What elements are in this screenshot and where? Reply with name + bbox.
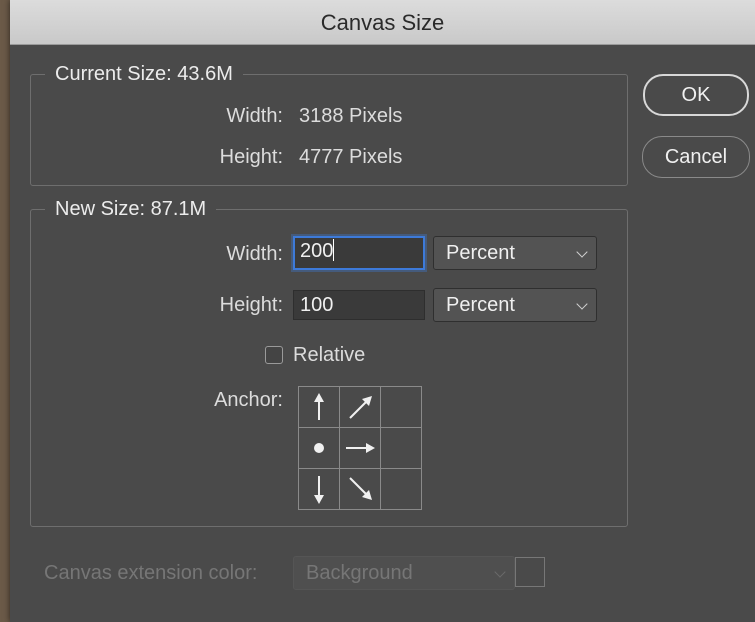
height-input[interactable]: 100 (293, 290, 425, 320)
anchor-cell-top-center[interactable] (340, 387, 381, 428)
height-unit-select[interactable]: Percent (433, 288, 597, 322)
chevron-down-icon (494, 566, 506, 578)
chevron-down-icon (576, 298, 588, 310)
relative-label[interactable]: Relative (293, 343, 365, 367)
current-size-legend: Current Size: 43.6M (45, 63, 243, 85)
arrow-down-icon (314, 476, 324, 504)
current-height-label: Height: (219, 146, 283, 168)
anchor-cell-middle-right[interactable] (381, 428, 422, 469)
new-width-label: Width: (226, 243, 283, 265)
current-size-group: Current Size: 43.6M Width: 3188 Pixels H… (30, 63, 628, 186)
anchor-cell-bottom-right[interactable] (381, 469, 422, 510)
new-height-label: Height: (219, 294, 283, 316)
current-height-value: 4777 Pixels (299, 146, 403, 168)
current-width-value: 3188 Pixels (299, 105, 403, 127)
new-size-legend: New Size: 87.1M (45, 198, 217, 220)
extension-color-select[interactable]: Background (293, 556, 515, 590)
arrow-down-right-icon (349, 477, 372, 500)
extension-color-value: Background (306, 562, 413, 584)
anchor-dot-icon (314, 443, 324, 453)
current-width-label: Width: (226, 105, 283, 127)
anchor-cell-bottom-left[interactable] (299, 469, 340, 510)
text-caret (333, 239, 335, 261)
extension-color-swatch[interactable] (515, 557, 545, 587)
arrow-right-icon (346, 443, 375, 453)
anchor-cell-center[interactable] (340, 428, 381, 469)
chevron-down-icon (576, 246, 588, 258)
ok-button[interactable]: OK (643, 74, 749, 116)
anchor-cell-top-right[interactable] (381, 387, 422, 428)
cancel-button[interactable]: Cancel (642, 136, 750, 178)
relative-checkbox[interactable] (265, 346, 283, 364)
extension-color-label: Canvas extension color: (44, 562, 258, 584)
anchor-cell-top-left[interactable] (299, 387, 340, 428)
anchor-grid (298, 386, 422, 510)
width-unit-value: Percent (446, 242, 515, 264)
width-input[interactable]: 200 (293, 236, 425, 270)
arrow-up-right-icon (349, 396, 372, 419)
height-input-value: 100 (300, 294, 334, 316)
height-unit-value: Percent (446, 294, 515, 316)
anchor-cell-bottom-center[interactable] (340, 469, 381, 510)
width-unit-select[interactable]: Percent (433, 236, 597, 270)
dialog-title: Canvas Size (320, 10, 445, 35)
anchor-label: Anchor: (214, 389, 283, 411)
arrow-up-icon (314, 393, 324, 420)
width-input-value: 200 (300, 240, 334, 262)
title-bar[interactable]: Canvas Size (10, 0, 755, 45)
anchor-cell-middle-left[interactable] (299, 428, 340, 469)
canvas-size-dialog: Canvas Size Current Size: 43.6M Width: 3… (10, 0, 755, 622)
